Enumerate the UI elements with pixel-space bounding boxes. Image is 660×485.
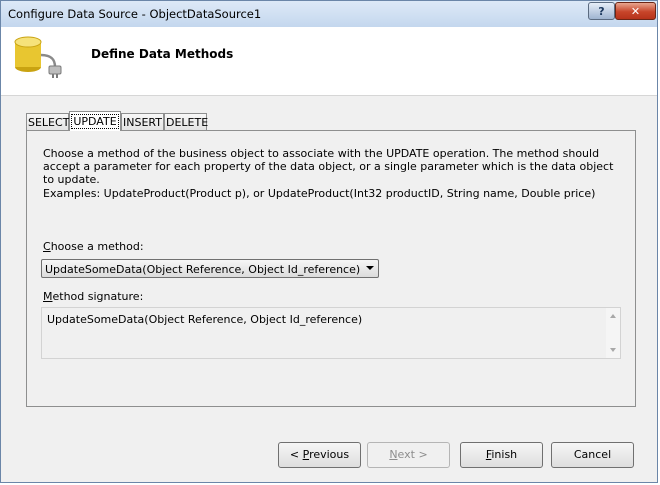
tab-delete-label: DELETE	[166, 116, 209, 129]
finish-button-label: inish	[491, 448, 518, 461]
scroll-down-icon[interactable]	[610, 348, 616, 352]
method-dropdown-value: UpdateSomeData(Object Reference, Object …	[45, 263, 361, 276]
method-signature-accesskey: M	[43, 290, 53, 303]
tab-panel-update: Choose a method of the business object t…	[26, 130, 636, 407]
method-signature-label: Method signature:	[43, 290, 143, 303]
previous-button-label: revious	[309, 448, 350, 461]
tab-select[interactable]: SELECT	[26, 113, 69, 130]
scroll-up-icon[interactable]	[610, 314, 616, 318]
wizard-header: Define Data Methods	[1, 27, 657, 96]
method-signature-value: UpdateSomeData(Object Reference, Object …	[47, 313, 363, 326]
choose-method-accesskey: C	[43, 240, 51, 253]
operation-description: Choose a method of the business object t…	[43, 147, 614, 186]
help-button[interactable]: ?	[588, 2, 615, 20]
database-connect-icon	[14, 36, 62, 78]
choose-method-label-text: hoose a method:	[50, 240, 144, 253]
title-bar[interactable]: Configure Data Source - ObjectDataSource…	[1, 1, 657, 28]
next-button-label: ext >	[397, 448, 428, 461]
tab-delete[interactable]: DELETE	[164, 113, 209, 130]
tab-update-label: UPDATE	[71, 114, 119, 129]
method-dropdown[interactable]: UpdateSomeData(Object Reference, Object …	[41, 259, 379, 278]
choose-method-label: Choose a method:	[43, 240, 144, 253]
window-title: Configure Data Source - ObjectDataSource…	[8, 7, 262, 21]
previous-button[interactable]: < Previous	[278, 442, 361, 468]
cancel-button[interactable]: Cancel	[551, 442, 634, 468]
close-button[interactable]: ✕	[615, 2, 656, 20]
finish-button[interactable]: Finish	[460, 442, 543, 468]
signature-scrollbar[interactable]	[606, 308, 620, 358]
tab-insert[interactable]: INSERT	[121, 113, 164, 130]
method-signature-label-text: ethod signature:	[52, 290, 144, 303]
tab-update[interactable]: UPDATE	[69, 111, 121, 131]
tab-select-label: SELECT	[28, 116, 70, 129]
next-button-accesskey: N	[389, 448, 398, 461]
examples-text: Examples: UpdateProduct(Product p), or U…	[43, 187, 596, 200]
tab-insert-label: INSERT	[123, 116, 162, 129]
dialog-window: Configure Data Source - ObjectDataSource…	[0, 0, 658, 483]
next-button[interactable]: Next >	[367, 442, 450, 468]
previous-button-lead: <	[289, 448, 303, 461]
page-title: Define Data Methods	[91, 47, 234, 61]
method-signature-textarea[interactable]: UpdateSomeData(Object Reference, Object …	[41, 307, 621, 359]
dropdown-arrow-icon[interactable]	[366, 266, 374, 270]
